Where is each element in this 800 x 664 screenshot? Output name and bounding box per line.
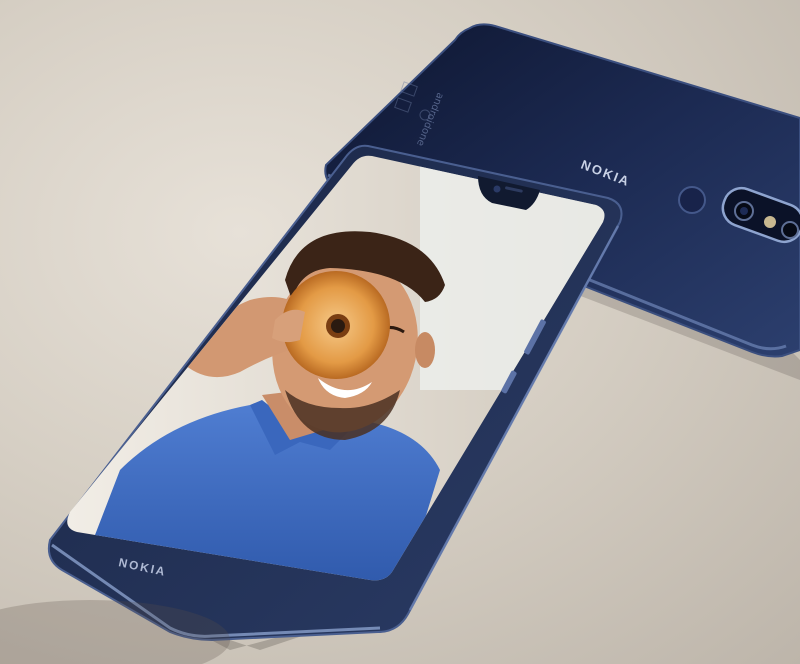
front-camera-icon bbox=[493, 185, 501, 193]
fingerprint-sensor-icon bbox=[678, 186, 706, 214]
product-photo-scene: NOKIA androidone NOKIA bbox=[0, 23, 800, 664]
person-ear bbox=[415, 332, 435, 368]
front-phone: NOKIA bbox=[47, 144, 623, 650]
phone-screen bbox=[67, 155, 605, 581]
